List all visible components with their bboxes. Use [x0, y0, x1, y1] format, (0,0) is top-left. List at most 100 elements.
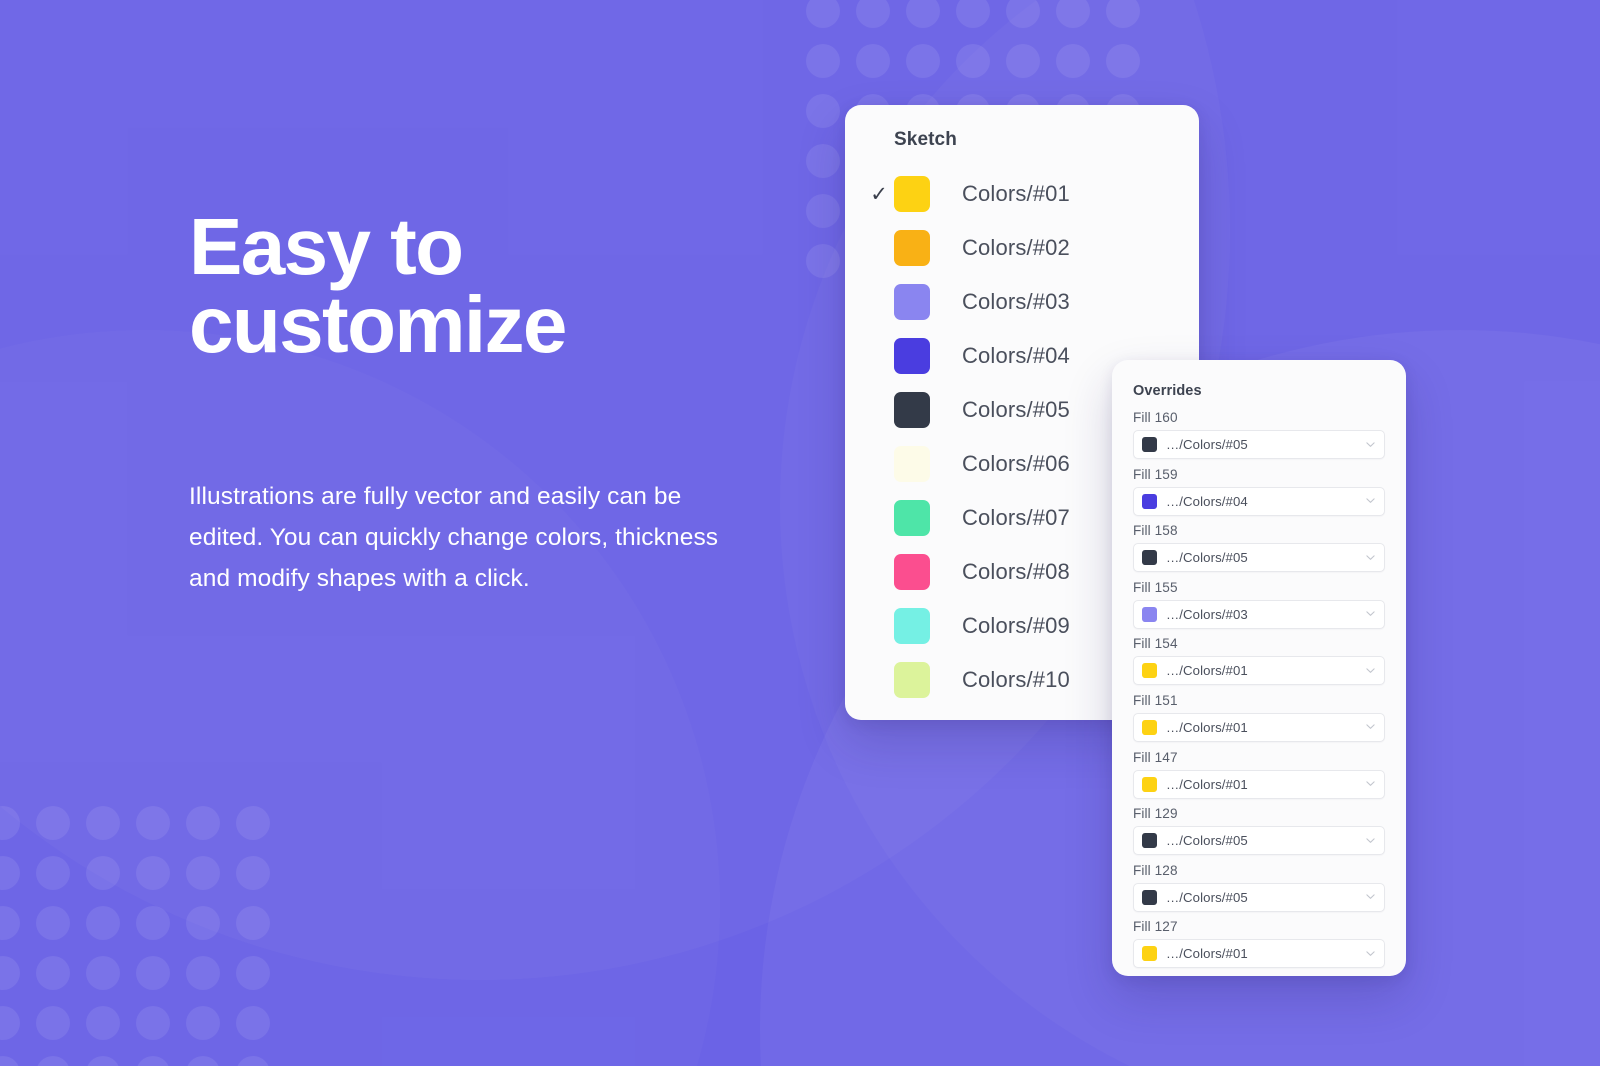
dot [236, 956, 270, 990]
dot [86, 906, 120, 940]
override-value: …/Colors/#05 [1166, 889, 1248, 905]
dot [186, 906, 220, 940]
dot [36, 1006, 70, 1040]
color-swatch [894, 446, 930, 482]
color-label: Colors/#03 [962, 289, 1070, 314]
chevron-down-icon[interactable] [1366, 666, 1375, 675]
override-select[interactable]: …/Colors/#05 [1133, 882, 1385, 912]
color-swatch [894, 284, 930, 320]
color-label: Colors/#10 [962, 667, 1070, 692]
chevron-down-icon[interactable] [1366, 553, 1375, 562]
dot [36, 1056, 70, 1066]
dot [0, 1056, 20, 1066]
override-select[interactable]: …/Colors/#01 [1133, 656, 1385, 686]
dot [956, 44, 990, 78]
dot [1106, 44, 1140, 78]
override-select[interactable]: …/Colors/#01 [1133, 712, 1385, 742]
override-select[interactable]: …/Colors/#04 [1133, 486, 1385, 516]
dot [86, 956, 120, 990]
dot [236, 1056, 270, 1066]
color-swatch [894, 662, 930, 698]
override-value: …/Colors/#05 [1166, 550, 1248, 566]
chevron-down-icon[interactable] [1366, 440, 1375, 449]
chevron-down-icon[interactable] [1366, 836, 1375, 845]
override-color-swatch [1142, 946, 1157, 962]
override-color-swatch [1142, 606, 1157, 622]
dot [236, 806, 270, 840]
dot [1056, 0, 1090, 28]
color-label: Colors/#01 [962, 181, 1070, 206]
slide-canvas: Easy to customize Illustrations are full… [0, 0, 1600, 1066]
override-value: …/Colors/#01 [1166, 946, 1248, 962]
dot [86, 856, 120, 890]
dot [806, 244, 840, 278]
override-select[interactable]: …/Colors/#01 [1133, 769, 1385, 799]
override-row: Fill 147 …/Colors/#01 [1112, 750, 1406, 799]
check-icon: ✓ [870, 182, 888, 206]
dot [236, 1006, 270, 1040]
dot [806, 0, 840, 28]
override-value: …/Colors/#05 [1166, 437, 1248, 452]
override-row: Fill 154 …/Colors/#01 [1112, 636, 1406, 686]
color-list-item[interactable]: ✓Colors/#02 [845, 221, 1199, 275]
chevron-down-icon[interactable] [1366, 779, 1375, 788]
override-row: Fill 159 …/Colors/#04 [1112, 467, 1406, 516]
dot [186, 806, 220, 840]
dot [0, 856, 20, 890]
override-value: …/Colors/#03 [1166, 606, 1248, 622]
override-color-swatch [1142, 550, 1157, 566]
override-select[interactable]: …/Colors/#01 [1133, 939, 1385, 969]
color-label: Colors/#02 [962, 235, 1070, 260]
dot [36, 806, 70, 840]
override-label: Fill 151 [1133, 692, 1178, 708]
override-color-swatch [1142, 719, 1157, 735]
dot [136, 806, 170, 840]
dot [906, 44, 940, 78]
hero-description: Illustrations are fully vector and easil… [189, 483, 719, 592]
override-select[interactable]: …/Colors/#05 [1133, 826, 1385, 856]
override-label: Fill 128 [1133, 862, 1178, 878]
chevron-down-icon[interactable] [1366, 949, 1375, 958]
dot [236, 856, 270, 890]
dot [236, 906, 270, 940]
color-swatch [894, 230, 930, 266]
override-label: Fill 154 [1133, 636, 1178, 652]
override-color-swatch [1142, 833, 1157, 849]
override-row: Fill 151 …/Colors/#01 [1112, 693, 1406, 742]
dot [1006, 44, 1040, 78]
chevron-down-icon[interactable] [1366, 496, 1375, 505]
sketch-panel-title: Sketch [894, 129, 957, 150]
color-label: Colors/#07 [962, 505, 1070, 530]
override-row: Fill 158 …/Colors/#05 [1112, 523, 1406, 573]
chevron-down-icon[interactable] [1366, 892, 1375, 901]
dot [186, 1056, 220, 1066]
dot [86, 1056, 120, 1066]
override-label: Fill 159 [1133, 466, 1178, 482]
color-list-item[interactable]: ✓ Colors/#01 [845, 167, 1199, 221]
dot [136, 956, 170, 990]
override-color-swatch [1142, 776, 1157, 792]
color-swatch [894, 176, 930, 212]
dot [0, 1006, 20, 1040]
dot [0, 956, 20, 990]
page-title: Easy to customize [189, 202, 567, 369]
dot [136, 1006, 170, 1040]
override-row: Fill 127 …/Colors/#01 [1112, 919, 1406, 969]
override-select[interactable]: …/Colors/#03 [1133, 599, 1385, 629]
dot [136, 1056, 170, 1066]
color-label: Colors/#06 [962, 451, 1070, 476]
dot [186, 856, 220, 890]
dot [1056, 44, 1090, 78]
override-color-swatch [1142, 437, 1157, 452]
color-swatch [894, 554, 930, 590]
background-arc-bottom-left [0, 330, 720, 1066]
chevron-down-icon[interactable] [1366, 609, 1375, 618]
override-label: Fill 127 [1133, 919, 1178, 935]
overrides-panel-title: Overrides [1133, 383, 1202, 399]
override-select[interactable]: …/Colors/#05 [1133, 543, 1385, 573]
dot [856, 0, 890, 28]
overrides-panel: Overrides Fill 160 …/Colors/#05 Fill 159 …/… [1112, 360, 1406, 976]
color-list-item[interactable]: ✓Colors/#03 [845, 275, 1199, 329]
override-select[interactable]: …/Colors/#05 [1133, 430, 1385, 459]
chevron-down-icon[interactable] [1366, 722, 1375, 731]
